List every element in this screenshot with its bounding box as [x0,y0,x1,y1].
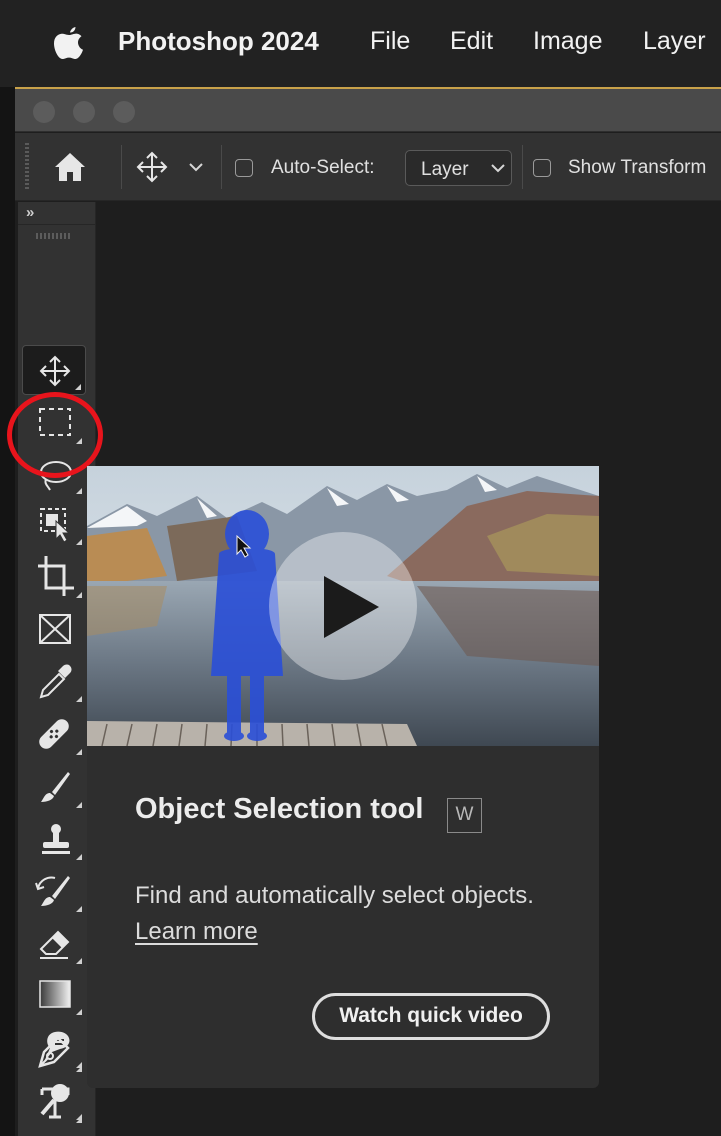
menu-layer[interactable]: Layer [643,27,706,56]
menu-edit[interactable]: Edit [450,27,493,56]
home-icon[interactable] [53,151,87,183]
tooltip-description-text: Find and automatically select objects. [135,882,534,909]
shortcut-key-badge: W [447,798,482,833]
menu-image[interactable]: Image [533,27,602,56]
show-transform-checkbox[interactable] [533,159,551,177]
gradient-tool[interactable] [22,969,86,1019]
move-tool[interactable] [22,345,86,395]
object-selection-tool[interactable] [22,499,86,549]
options-bar-grip[interactable] [25,143,29,191]
window-titlebar[interactable] [15,89,721,132]
watch-quick-video-button[interactable]: Watch quick video [312,993,550,1040]
auto-select-label: Auto-Select: [271,157,375,178]
zoom-window-button[interactable] [113,101,135,123]
auto-select-value: Layer [421,159,469,180]
tools-panel: » [18,202,96,1136]
options-separator [121,145,122,189]
learn-more-link[interactable]: Learn more [135,918,258,945]
crop-tool[interactable] [22,552,86,602]
tool-tooltip-card: Object Selection tool W Find and automat… [87,466,599,1088]
chevron-down-icon [491,164,505,173]
brush-tool[interactable] [22,762,86,812]
minimize-window-button[interactable] [73,101,95,123]
options-separator [522,145,523,189]
apple-logo-icon[interactable] [52,24,86,62]
video-thumbnail[interactable] [87,466,599,746]
menu-file[interactable]: File [370,27,410,56]
history-brush-tool[interactable] [22,866,86,916]
healing-brush-tool[interactable] [22,709,86,759]
eyedropper-tool[interactable] [22,656,86,706]
tool-preset-chevron-down-icon[interactable] [188,161,204,173]
auto-select-checkbox[interactable] [235,159,253,177]
app-name-menu[interactable]: Photoshop 2024 [118,26,319,57]
options-bar: Auto-Select: Layer Show Transform [15,133,721,201]
tooltip-title: Object Selection tool [135,793,424,825]
close-window-button[interactable] [33,101,55,123]
panel-divider [18,224,96,225]
pen-tool[interactable] [22,1026,86,1076]
collapse-panel-button[interactable]: » [26,204,34,221]
options-separator [221,145,222,189]
eraser-tool[interactable] [22,918,86,968]
tools-panel-grip[interactable] [36,233,72,239]
frame-icon [39,614,71,644]
clone-stamp-tool[interactable] [22,814,86,864]
show-transform-label: Show Transform [568,157,707,178]
tooltip-description: Find and automatically select objects. L… [135,878,555,950]
move-icon[interactable] [135,150,169,184]
type-tool[interactable] [22,1077,86,1127]
frame-tool[interactable] [22,604,86,654]
auto-select-dropdown[interactable]: Layer [405,150,512,186]
landscape-preview-image [87,466,599,746]
macos-menu-bar: Photoshop 2024 File Edit Image Layer [0,0,721,87]
